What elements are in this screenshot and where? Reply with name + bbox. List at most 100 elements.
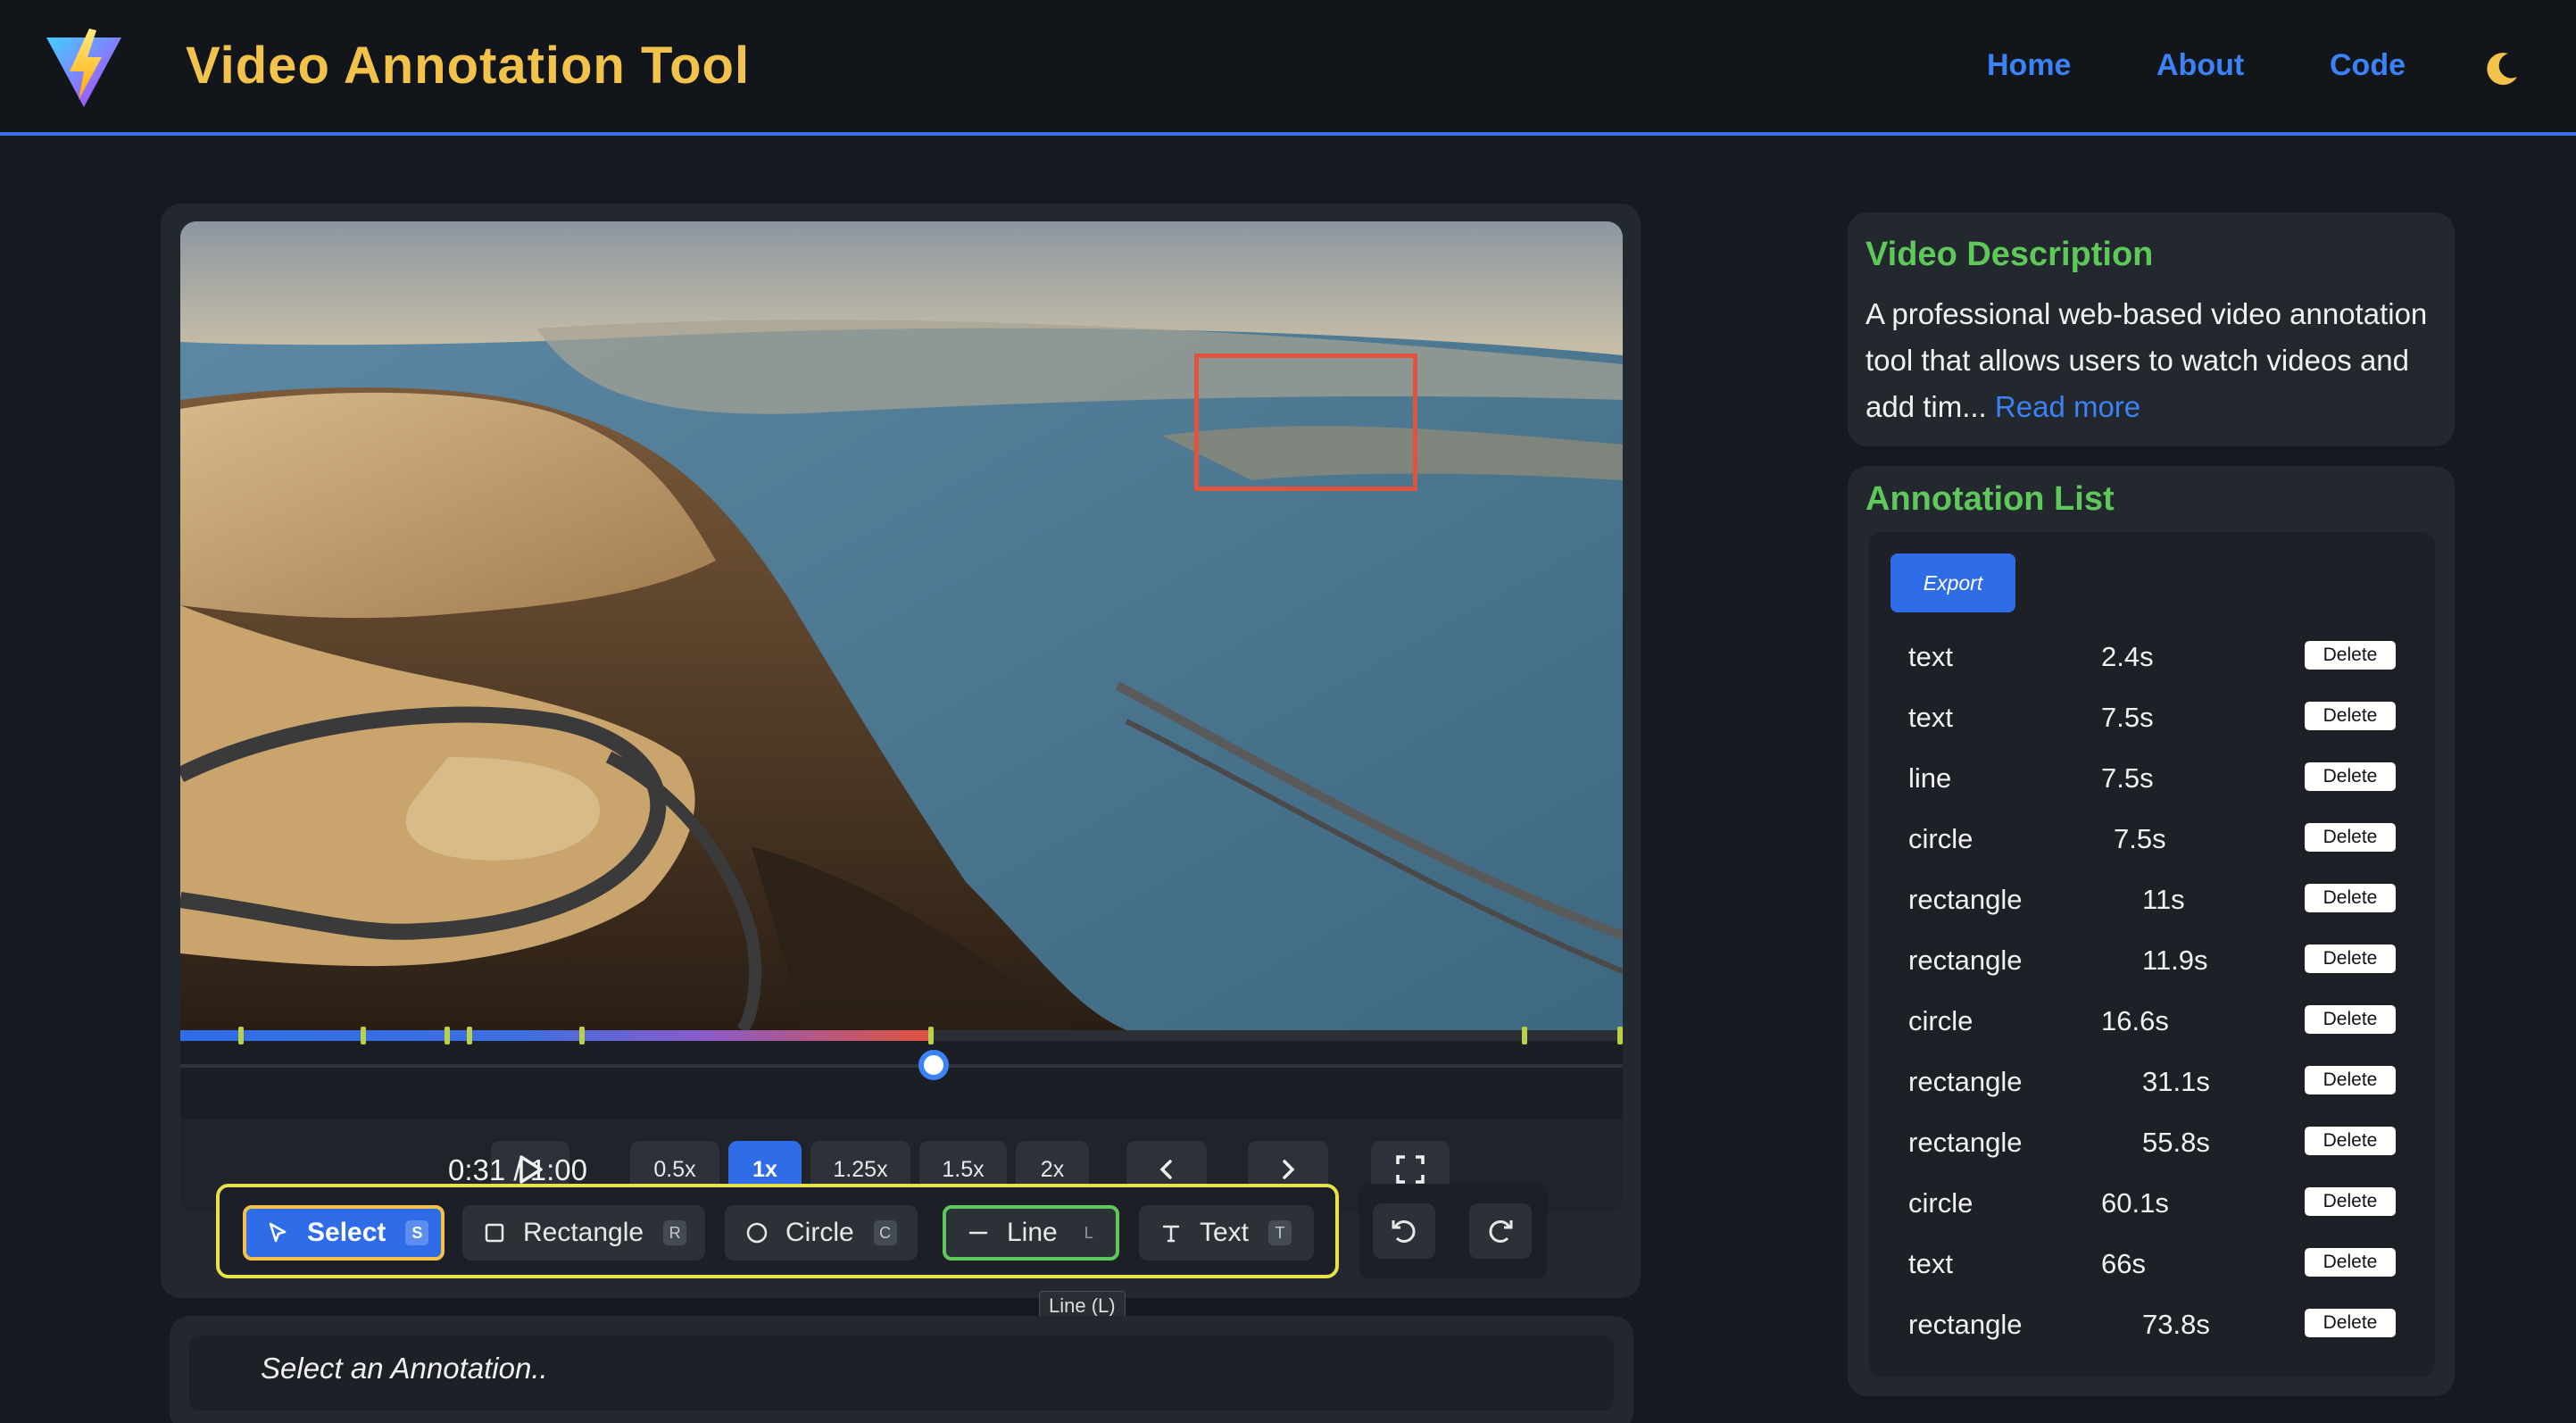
annotation-row[interactable]: rectangle 73.8s Delete: [1908, 1303, 2408, 1348]
annotation-marker[interactable]: [361, 1027, 366, 1044]
annotation-time: 7.5s: [2114, 823, 2166, 854]
nav-about[interactable]: About: [2156, 48, 2244, 83]
select-shortcut-key: S: [405, 1220, 429, 1245]
redo-button[interactable]: [1469, 1203, 1532, 1259]
nav-code[interactable]: Code: [2330, 48, 2406, 83]
delete-annotation-button[interactable]: Delete: [2305, 884, 2396, 912]
description-title: Video Description: [1866, 236, 2154, 273]
annotation-time: 2.4s: [2101, 641, 2154, 672]
annotation-marker[interactable]: [579, 1027, 586, 1044]
delete-annotation-button[interactable]: Delete: [2305, 823, 2396, 852]
select-tool-button[interactable]: Select S: [243, 1205, 445, 1261]
annotation-time: 66s: [2101, 1248, 2146, 1279]
annotation-time: 55.8s: [2142, 1127, 2210, 1158]
annotation-marker[interactable]: [1521, 1027, 1527, 1044]
chevron-left-icon: [1159, 1160, 1172, 1179]
vite-logo-icon[interactable]: [43, 27, 125, 109]
annotation-marker[interactable]: [445, 1027, 451, 1044]
rectangle-shortcut-key: R: [663, 1220, 687, 1245]
text-icon: [1159, 1220, 1184, 1245]
annotation-type: text: [1908, 702, 1953, 733]
annotation-time: 7.5s: [2101, 702, 2154, 733]
circle-shortcut-key: C: [873, 1220, 897, 1245]
delete-annotation-button[interactable]: Delete: [2305, 702, 2396, 730]
seek-handle[interactable]: [918, 1050, 950, 1080]
annotation-time: 60.1s: [2101, 1187, 2169, 1219]
time-display: 0:31 / 1:00: [448, 1153, 587, 1186]
annotation-row[interactable]: circle 16.6s Delete: [1908, 1000, 2408, 1044]
annotation-row[interactable]: circle 60.1s Delete: [1908, 1182, 2408, 1227]
video-still: [180, 221, 1623, 1030]
undo-icon: [1392, 1220, 1416, 1243]
rectangle-tool-button[interactable]: Rectangle R: [462, 1205, 705, 1261]
app-header: Video Annotation Tool Home About Code: [0, 0, 2576, 136]
annotation-marker[interactable]: [1617, 1027, 1623, 1044]
video-player-card: 0:31 / 1:00 0.5x 1x 1.25x 1.5x 2x: [161, 204, 1641, 1298]
delete-annotation-button[interactable]: Delete: [2305, 1127, 2396, 1155]
annotation-type: circle: [1908, 1187, 1974, 1219]
undo-button[interactable]: [1373, 1203, 1435, 1259]
rectangle-annotation-overlay[interactable]: [1194, 354, 1417, 491]
annotation-time: 16.6s: [2101, 1005, 2169, 1036]
delete-annotation-button[interactable]: Delete: [2305, 641, 2396, 670]
annotation-row[interactable]: text 66s Delete: [1908, 1243, 2408, 1287]
annotation-time: 11.9s: [2142, 945, 2208, 976]
delete-annotation-button[interactable]: Delete: [2305, 1066, 2396, 1094]
annotation-marker[interactable]: [927, 1027, 934, 1044]
annotation-row[interactable]: rectangle 55.8s Delete: [1908, 1121, 2408, 1166]
progress-track[interactable]: [180, 1027, 1623, 1044]
line-icon: [966, 1220, 991, 1245]
annotation-row[interactable]: rectangle 11.9s Delete: [1908, 939, 2408, 984]
annotation-row[interactable]: text 2.4s Delete: [1908, 636, 2408, 680]
circle-icon: [744, 1220, 769, 1245]
delete-annotation-button[interactable]: Delete: [2305, 762, 2396, 791]
video-frame[interactable]: [180, 221, 1623, 1030]
selected-annotation-placeholder: Select an Annotation..: [261, 1352, 548, 1385]
redo-icon: [1489, 1220, 1513, 1243]
text-tool-label: Text: [1200, 1218, 1250, 1247]
delete-annotation-button[interactable]: Delete: [2305, 1248, 2396, 1277]
line-shortcut-key: L: [1084, 1224, 1093, 1242]
progress-fill: [180, 1030, 931, 1041]
annotation-row[interactable]: text 7.5s Delete: [1908, 696, 2408, 741]
history-controls: [1359, 1184, 1548, 1278]
square-icon: [482, 1220, 507, 1245]
annotation-type: rectangle: [1908, 1066, 2023, 1097]
annotation-type: rectangle: [1908, 945, 2023, 976]
line-tool-button[interactable]: Line L: [943, 1205, 1119, 1261]
circle-tool-button[interactable]: Circle C: [725, 1205, 918, 1261]
annotation-list-title: Annotation List: [1866, 480, 2115, 518]
moon-icon[interactable]: [2481, 50, 2521, 89]
chevron-right-icon: [1283, 1160, 1295, 1179]
export-button[interactable]: Export: [1890, 553, 2015, 612]
app-title: Video Annotation Tool: [186, 37, 751, 95]
circle-tool-label: Circle: [785, 1218, 854, 1247]
annotation-time: 31.1s: [2142, 1066, 2210, 1097]
delete-annotation-button[interactable]: Delete: [2305, 945, 2396, 973]
annotation-type: rectangle: [1908, 884, 2023, 915]
timeline[interactable]: [180, 1027, 1623, 1119]
annotation-time: 7.5s: [2101, 762, 2154, 794]
line-tool-label: Line: [1007, 1218, 1058, 1247]
annotation-row[interactable]: rectangle 31.1s Delete: [1908, 1061, 2408, 1105]
read-more-link[interactable]: Read more: [1995, 390, 2140, 423]
nav-home[interactable]: Home: [1987, 48, 2071, 83]
description-body: A professional web-based video annotatio…: [1866, 297, 2428, 423]
select-tool-label: Select: [307, 1218, 386, 1247]
annotation-row[interactable]: circle 7.5s Delete: [1908, 818, 2408, 862]
cursor-icon: [266, 1220, 291, 1245]
text-tool-button[interactable]: Text T: [1139, 1205, 1314, 1261]
seek-track[interactable]: [180, 1064, 1623, 1068]
delete-annotation-button[interactable]: Delete: [2305, 1005, 2396, 1034]
delete-annotation-button[interactable]: Delete: [2305, 1187, 2396, 1216]
annotation-marker[interactable]: [466, 1027, 472, 1044]
annotation-time: 73.8s: [2142, 1309, 2210, 1340]
fullscreen-icon: [1396, 1155, 1425, 1184]
annotation-toolbar: Select S Rectangle R Circle C Line L Tex…: [216, 1184, 1339, 1278]
annotation-row[interactable]: line 7.5s Delete: [1908, 757, 2408, 802]
annotation-type: circle: [1908, 1005, 1974, 1036]
annotation-marker[interactable]: [237, 1027, 244, 1044]
annotation-row[interactable]: rectangle 11s Delete: [1908, 878, 2408, 923]
delete-annotation-button[interactable]: Delete: [2305, 1309, 2396, 1337]
description-text: A professional web-based video annotatio…: [1866, 291, 2437, 430]
